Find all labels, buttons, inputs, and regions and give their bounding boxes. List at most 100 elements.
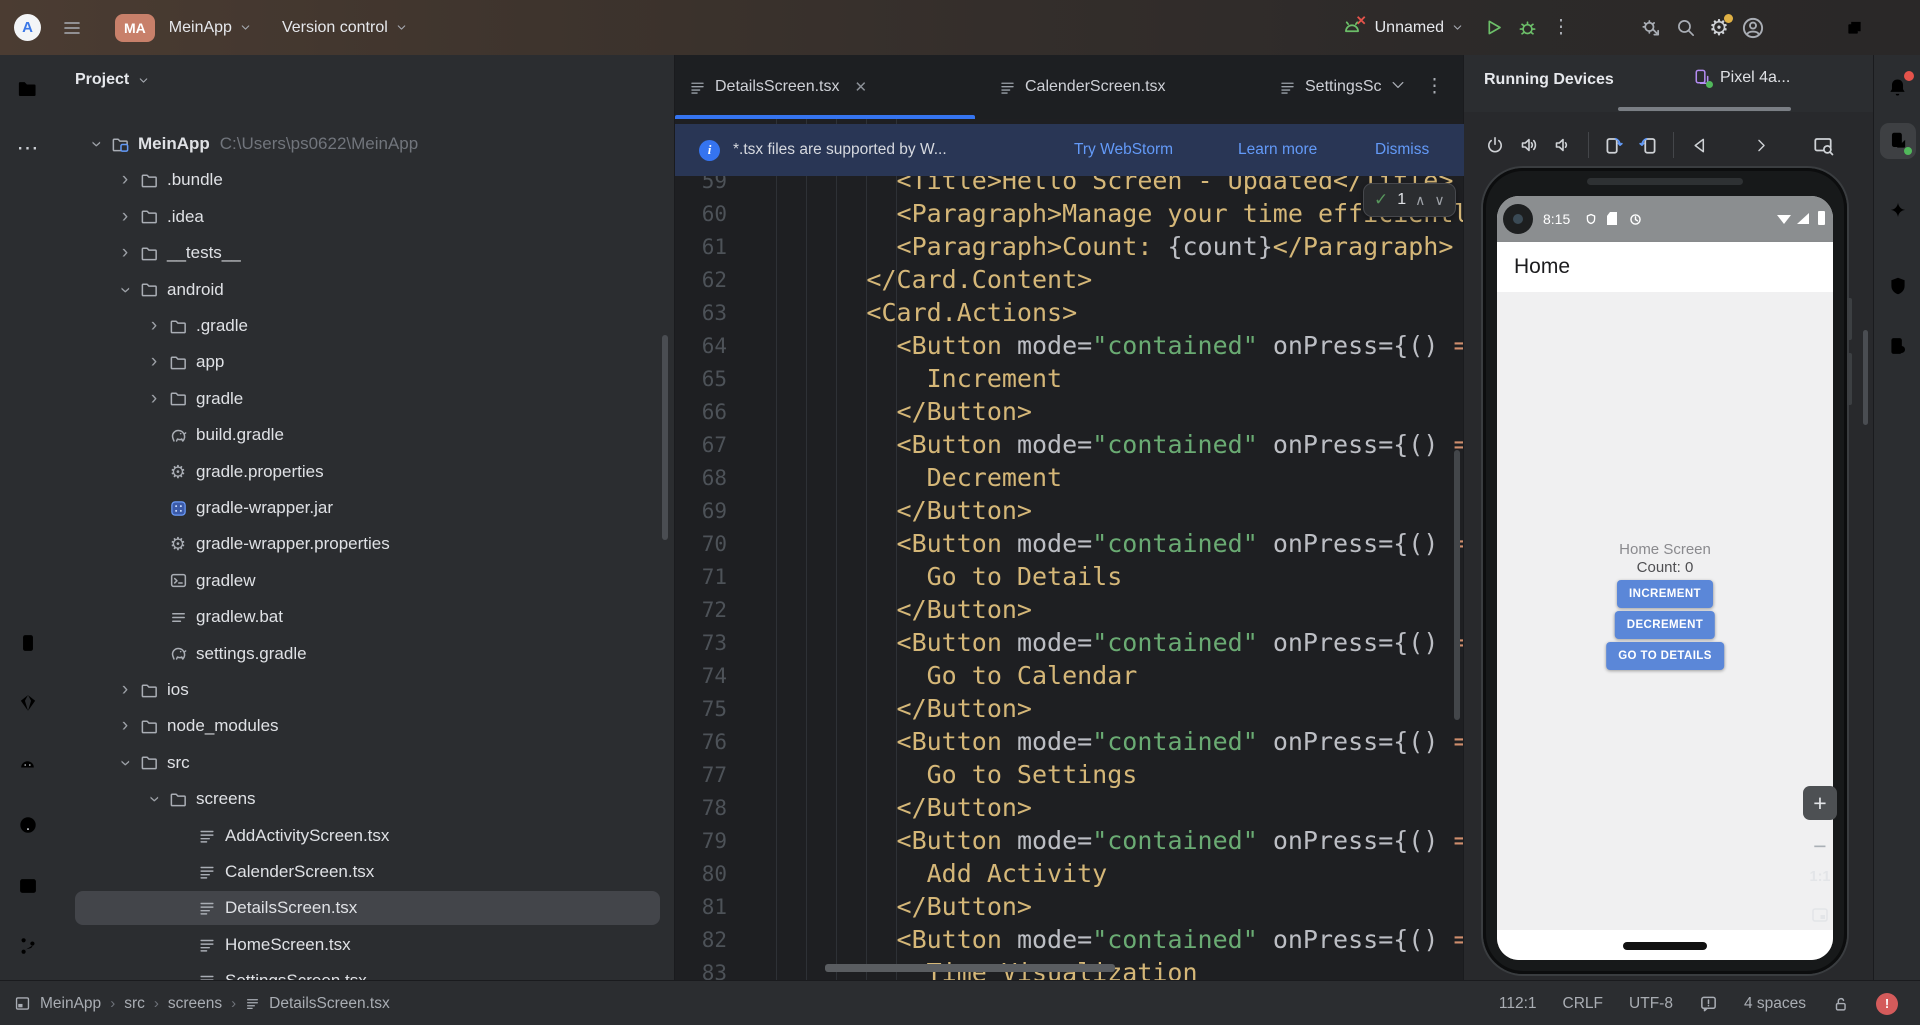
inspection-widget-icon[interactable] bbox=[1699, 994, 1718, 1013]
logcat-android-icon[interactable] bbox=[10, 745, 46, 781]
tree-chevron-icon[interactable]: › bbox=[114, 715, 136, 737]
project-name-menu[interactable]: MeinApp bbox=[169, 19, 252, 37]
notifications-bell-icon[interactable] bbox=[1880, 69, 1916, 105]
tree-item-gradle-wrapper-properties[interactable]: ⚙ gradle-wrapper.properties bbox=[75, 527, 660, 561]
volume-up-icon[interactable] bbox=[1512, 128, 1546, 162]
project-panel-header[interactable]: Project bbox=[75, 71, 150, 89]
code-editor[interactable]: 59 <Title>Hello Screen - Updated</Title>… bbox=[675, 119, 1464, 980]
zoom-in-button[interactable]: + bbox=[1803, 786, 1837, 820]
code-line-73[interactable]: 73 <Button mode="contained" onPress={() … bbox=[675, 626, 1464, 659]
tree-item-settings-gradle[interactable]: settings.gradle bbox=[75, 637, 660, 671]
tree-item-detailsscreen-tsx[interactable]: DetailsScreen.tsx bbox=[75, 891, 660, 926]
tree-item-android[interactable]: › android bbox=[75, 273, 660, 307]
file-encoding[interactable]: UTF-8 bbox=[1629, 995, 1673, 1013]
code-line-72[interactable]: 72 </Button> bbox=[675, 593, 1464, 626]
code-line-68[interactable]: 68 Decrement bbox=[675, 461, 1464, 494]
code-line-79[interactable]: 79 <Button mode="contained" onPress={() … bbox=[675, 824, 1464, 857]
device-power-icon[interactable] bbox=[1478, 128, 1512, 162]
go-to-details-button[interactable]: GO TO DETAILS bbox=[1606, 642, 1724, 670]
home-pill[interactable] bbox=[1623, 942, 1707, 950]
tree-item--gradle[interactable]: › .gradle bbox=[75, 309, 660, 343]
tree-item-src[interactable]: › src bbox=[75, 746, 660, 780]
code-line-75[interactable]: 75 </Button> bbox=[675, 692, 1464, 725]
tree-item-gradle-wrapper-jar[interactable]: gradle-wrapper.jar bbox=[75, 491, 660, 525]
more-tool-windows-icon[interactable]: ⋯ bbox=[10, 130, 46, 166]
caret-position[interactable]: 112:1 bbox=[1499, 995, 1537, 1013]
code-line-65[interactable]: 65 Increment bbox=[675, 362, 1464, 395]
line-separator[interactable]: CRLF bbox=[1563, 995, 1603, 1013]
tree-item-gradlew[interactable]: gradlew bbox=[75, 564, 660, 598]
indent-style[interactable]: 4 spaces bbox=[1744, 995, 1806, 1013]
device-manager-icon[interactable] bbox=[10, 625, 46, 661]
window-minimize-button[interactable] bbox=[1788, 0, 1832, 55]
tree-chevron-icon[interactable]: › bbox=[114, 752, 136, 774]
run-button[interactable] bbox=[1476, 11, 1510, 45]
back-button-icon[interactable] bbox=[1682, 128, 1716, 162]
tree-item--tests-[interactable]: › __tests__ bbox=[75, 236, 660, 270]
code-line-60[interactable]: 60 <Paragraph>Manage your time efficient… bbox=[675, 197, 1464, 230]
app-insights-icon[interactable] bbox=[10, 685, 46, 721]
code-line-71[interactable]: 71 Go to Details bbox=[675, 560, 1464, 593]
code-line-74[interactable]: 74 Go to Calendar bbox=[675, 659, 1464, 692]
tree-chevron-icon[interactable]: › bbox=[114, 206, 136, 228]
tree-chevron-icon[interactable]: › bbox=[114, 279, 136, 301]
tree-chevron-icon[interactable]: › bbox=[143, 315, 165, 337]
run-configuration-select[interactable]: Unnamed bbox=[1375, 19, 1464, 37]
tab-close-icon[interactable]: ✕ bbox=[855, 78, 868, 96]
screenshot-icon[interactable] bbox=[1806, 128, 1840, 162]
code-line-63[interactable]: 63 <Card.Actions> bbox=[675, 296, 1464, 329]
inspections-widget[interactable]: ✓ 1 ∧ ∨ bbox=[1363, 183, 1456, 217]
dismiss-link[interactable]: Dismiss bbox=[1375, 141, 1429, 159]
code-line-62[interactable]: 62 </Card.Content> bbox=[675, 263, 1464, 296]
tree-item-screens[interactable]: › screens bbox=[75, 782, 660, 816]
gemini-sparkle-icon[interactable] bbox=[1880, 193, 1916, 229]
devices-scrollbar[interactable] bbox=[1863, 330, 1868, 425]
code-line-64[interactable]: 64 <Button mode="contained" onPress={() … bbox=[675, 329, 1464, 362]
zoom-fit-button[interactable] bbox=[1803, 900, 1837, 930]
code-line-67[interactable]: 67 <Button mode="contained" onPress={() … bbox=[675, 428, 1464, 461]
learn-more-link[interactable]: Learn more bbox=[1238, 141, 1317, 159]
tab-calenderscreen[interactable]: CalenderScreen.tsx bbox=[985, 55, 1255, 119]
tree-item-homescreen-tsx[interactable]: HomeScreen.tsx bbox=[75, 928, 660, 962]
tree-chevron-icon[interactable]: › bbox=[114, 169, 136, 191]
device-tab-pixel4a[interactable]: Pixel 4a... bbox=[1692, 68, 1790, 88]
device-explorer-icon[interactable] bbox=[1880, 328, 1916, 364]
tree-item--idea[interactable]: › .idea bbox=[75, 200, 660, 234]
tree-chevron-icon[interactable]: › bbox=[143, 788, 165, 810]
tree-item-gradle-properties[interactable]: ⚙ gradle.properties bbox=[75, 455, 660, 489]
code-line-69[interactable]: 69 </Button> bbox=[675, 494, 1464, 527]
prev-occurrence-icon[interactable]: ∧ bbox=[1415, 192, 1425, 209]
tree-item-ios[interactable]: › ios bbox=[75, 673, 660, 707]
settings-gear-icon[interactable]: ⚙ bbox=[1702, 11, 1736, 45]
vcs-menu[interactable]: Version control bbox=[282, 19, 408, 37]
tree-chevron-icon[interactable]: › bbox=[85, 133, 107, 155]
project-tool-icon[interactable] bbox=[10, 70, 46, 106]
tree-chevron-icon[interactable]: › bbox=[143, 351, 165, 373]
profiler-icon[interactable] bbox=[1634, 11, 1668, 45]
zoom-reset-button[interactable]: 1:1 bbox=[1803, 862, 1837, 892]
forward-chevron-icon[interactable] bbox=[1744, 128, 1778, 162]
code-line-61[interactable]: 61 <Paragraph>Count: {count}</Paragraph> bbox=[675, 230, 1464, 263]
window-close-button[interactable] bbox=[1876, 0, 1920, 55]
devtab-scrollbar[interactable] bbox=[1618, 107, 1791, 111]
tree-item-gradlew-bat[interactable]: gradlew.bat bbox=[75, 600, 660, 634]
tree-item--bundle[interactable]: › .bundle bbox=[75, 163, 660, 197]
code-line-82[interactable]: 82 <Button mode="contained" onPress={() … bbox=[675, 923, 1464, 956]
code-line-76[interactable]: 76 <Button mode="contained" onPress={() … bbox=[675, 725, 1464, 758]
code-line-78[interactable]: 78 </Button> bbox=[675, 791, 1464, 824]
zoom-out-button[interactable]: − bbox=[1803, 833, 1837, 859]
profile-avatar-icon[interactable] bbox=[1736, 11, 1770, 45]
project-scrollbar[interactable] bbox=[662, 335, 668, 540]
next-occurrence-icon[interactable]: ∨ bbox=[1434, 192, 1444, 209]
tree-item-calenderscreen-tsx[interactable]: CalenderScreen.tsx bbox=[75, 855, 660, 889]
rotate-right-icon[interactable] bbox=[1631, 128, 1665, 162]
phone-screen[interactable]: 8:15 Home Home Screen Count: 0 INCREMENT… bbox=[1497, 196, 1833, 960]
decrement-button[interactable]: DECREMENT bbox=[1614, 611, 1716, 639]
running-devices-tool-icon[interactable] bbox=[1879, 123, 1916, 159]
tab-options-icon[interactable]: ⋮ bbox=[1425, 75, 1444, 98]
code-line-81[interactable]: 81 </Button> bbox=[675, 890, 1464, 923]
tree-item-build-gradle[interactable]: build.gradle bbox=[75, 418, 660, 452]
error-indicator-badge[interactable]: ! bbox=[1876, 992, 1898, 1015]
tree-chevron-icon[interactable]: › bbox=[114, 242, 136, 264]
tree-chevron-icon[interactable]: › bbox=[114, 679, 136, 701]
